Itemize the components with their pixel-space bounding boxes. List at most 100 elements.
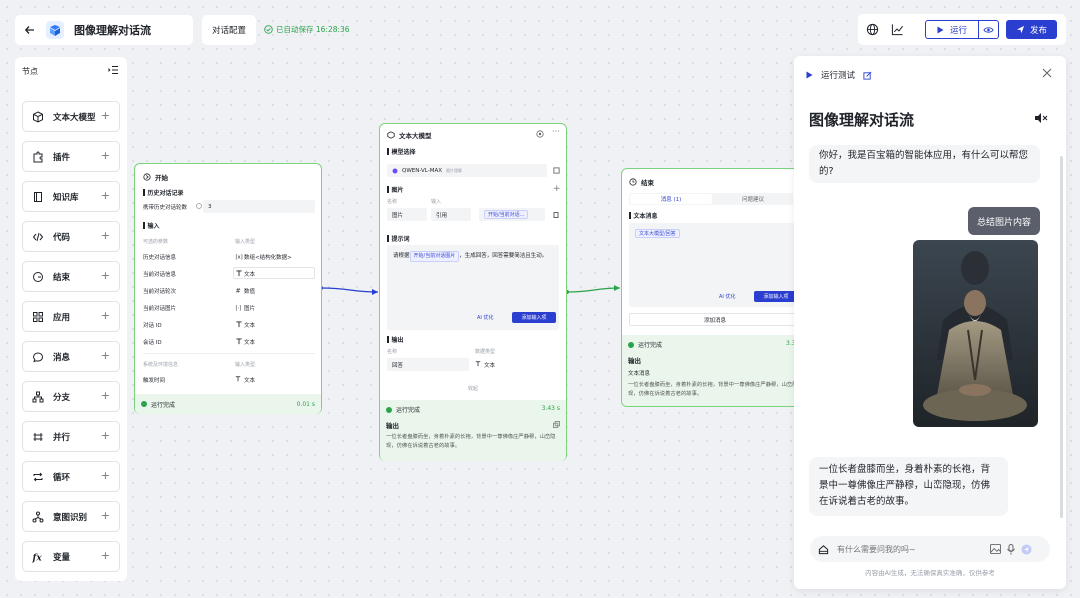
ai-optimize-button[interactable]: AI 优化 [477, 314, 494, 321]
palette-item[interactable]: fx 变量 + [22, 541, 120, 572]
mute-icon[interactable] [1034, 112, 1048, 124]
palette-item[interactable]: 并行 + [22, 421, 120, 452]
palette-item[interactable]: 分支 + [22, 381, 120, 412]
code-icon [32, 231, 44, 243]
palette-item-label: 并行 [53, 432, 71, 443]
prompt-editor[interactable]: 请根据 开始/当前对话图片 ，生成回答，回答需要简洁且生动。 AI 优化 添加输入项 [387, 245, 559, 330]
llm-node[interactable]: 文本大模型 ··· 模型选择 QWEN-VL-MAX 图片理解 图片 + 名称 … [379, 123, 567, 461]
add-node-icon[interactable]: + [101, 389, 110, 402]
config-tab-button[interactable]: 对话配置 [202, 15, 256, 45]
title-box: 图像理解对话流 [15, 15, 193, 45]
prompt-suffix: ，生成回答，回答需要简洁且生动。 [459, 253, 548, 259]
add-image-icon[interactable]: + [553, 184, 561, 194]
end-add-input-button[interactable]: 添加输入项 [754, 291, 798, 302]
add-node-icon[interactable]: + [101, 509, 110, 522]
run-button[interactable]: 运行 [926, 21, 979, 38]
palette-item[interactable]: 知识库 + [22, 181, 120, 212]
add-node-icon[interactable]: + [101, 109, 110, 122]
out-name-col: 名称 [387, 349, 398, 355]
add-node-icon[interactable]: + [101, 429, 110, 442]
out-name-input[interactable]: 回答 [387, 358, 469, 371]
back-arrow-icon[interactable] [24, 24, 36, 36]
globe-icon[interactable] [866, 23, 879, 36]
uploaded-image[interactable] [913, 240, 1038, 427]
message-editor[interactable]: 文本大模型/回答 AI 优化 添加输入项 [629, 223, 801, 307]
palette-item[interactable]: 意图识别 + [22, 501, 120, 532]
start-row-type: 文本 [244, 340, 256, 346]
success-dot-icon [628, 341, 634, 348]
home-icon[interactable] [818, 544, 829, 555]
history-rounds-label: 携带历史对话轮数 [143, 205, 188, 211]
add-node-icon[interactable]: + [101, 349, 110, 362]
close-icon[interactable] [1042, 68, 1052, 78]
chat-scrollbar[interactable] [1060, 156, 1063, 518]
end-node[interactable]: 结束 消息 (1) 问题建议 文本消息 文本大模型/回答 AI 优化 添加输入项… [621, 168, 807, 407]
settings-icon[interactable] [553, 167, 560, 174]
add-node-icon[interactable]: + [101, 149, 110, 162]
autosave-status: 已自动保存 16:28:36 [264, 24, 350, 35]
start-row-type: 图片 [244, 306, 256, 312]
add-input-button[interactable]: 添加输入项 [512, 312, 556, 323]
palette-item[interactable]: 文本大模型 + [22, 101, 120, 132]
app-title: 图像理解对话流 [74, 24, 151, 37]
add-node-icon[interactable]: + [101, 229, 110, 242]
palette-item[interactable]: 应用 + [22, 301, 120, 332]
palette-item[interactable]: 代码 + [22, 221, 120, 252]
palette-item-label: 应用 [53, 312, 71, 323]
microphone-icon[interactable] [1007, 543, 1015, 555]
add-node-icon[interactable]: + [101, 269, 110, 282]
grid-icon [32, 311, 44, 323]
preview-eye-button[interactable] [979, 21, 998, 38]
image-upload-icon[interactable] [990, 544, 1001, 554]
palette-item-label: 结束 [53, 272, 71, 283]
book-icon [32, 191, 44, 203]
input-section-title: 输入 [143, 221, 160, 230]
eye-icon [983, 26, 994, 34]
run-panel-title: 运行测试 [821, 71, 856, 81]
svg-text:#: # [236, 288, 241, 294]
node-palette-title: 节点 [22, 67, 38, 76]
add-node-icon[interactable]: + [101, 309, 110, 322]
image-ref-tag: 开始/当前对话... [484, 210, 529, 219]
image-ref-select[interactable]: 开始/当前对话... [479, 208, 545, 221]
history-rounds-input[interactable]: 3 [203, 200, 315, 213]
send-circle-icon[interactable] [1021, 543, 1032, 555]
delete-icon[interactable] [553, 211, 559, 218]
palette-item-label: 循环 [53, 472, 71, 483]
add-message-button[interactable]: 添加消息 [629, 313, 801, 326]
llm-node-title: 文本大模型 [399, 132, 432, 140]
edit-icon[interactable] [863, 71, 872, 80]
copy-icon[interactable] [553, 421, 560, 428]
collapse-panel-icon[interactable] [108, 65, 119, 75]
start-node[interactable]: 开始 历史对话记录 携带历史对话轮数 3 输入 可选的参数 输入类型 历史对话信… [134, 163, 322, 414]
target-icon[interactable] [536, 130, 544, 138]
palette-item[interactable]: 插件 + [22, 141, 120, 172]
end-icon [32, 271, 44, 283]
palette-item-label: 消息 [53, 352, 71, 363]
end-output-sub: 文本消息 [628, 371, 651, 377]
palette-item[interactable]: 消息 + [22, 341, 120, 372]
publish-button[interactable]: 发布 [1006, 20, 1057, 39]
start-row-name: 会话 ID [143, 340, 162, 346]
palette-item[interactable]: 结束 + [22, 261, 120, 292]
add-node-icon[interactable]: + [101, 469, 110, 482]
end-ai-optimize-button[interactable]: AI 优化 [719, 293, 736, 300]
image-name-input[interactable]: 图片 [387, 208, 427, 221]
add-node-icon[interactable]: + [101, 189, 110, 202]
add-node-icon[interactable]: + [101, 549, 110, 562]
cube-icon [387, 131, 395, 139]
chat-input-bar [810, 536, 1050, 562]
more-icon[interactable]: ··· [552, 127, 560, 136]
tab-suggestions[interactable]: 问题建议 [713, 194, 793, 204]
image-mode-select[interactable]: 引用 [431, 208, 471, 221]
chat-input[interactable] [837, 544, 987, 554]
tab-messages[interactable]: 消息 (1) [630, 194, 712, 204]
chart-line-icon[interactable] [891, 23, 904, 36]
model-select[interactable]: QWEN-VL-MAX 图片理解 [387, 164, 547, 177]
svg-text:fx: fx [32, 553, 42, 563]
cube-icon [32, 110, 44, 123]
collapse-button[interactable]: 收起 [468, 385, 478, 392]
publish-label: 发布 [1029, 25, 1047, 36]
intent-icon [32, 511, 44, 523]
palette-item[interactable]: 循环 + [22, 461, 120, 492]
